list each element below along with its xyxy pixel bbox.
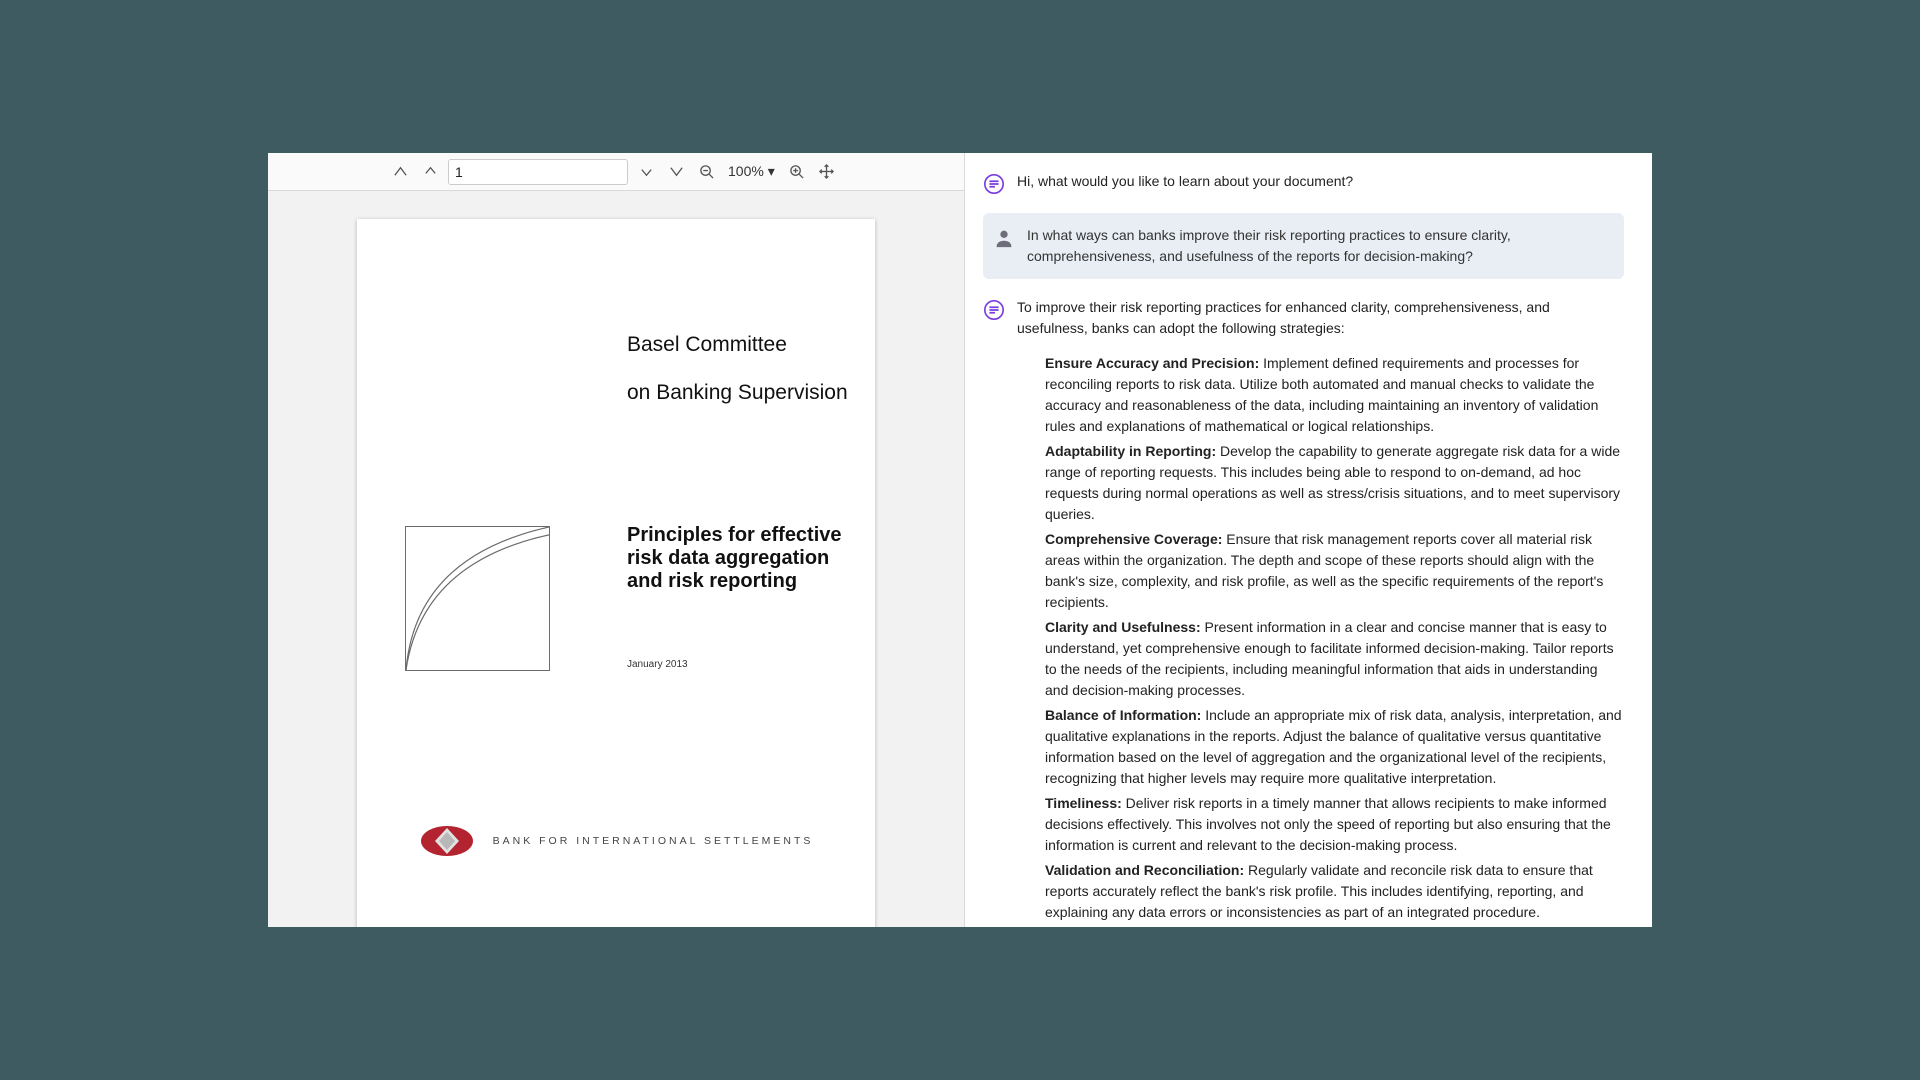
chat-pane[interactable]: Hi, what would you like to learn about y… [965, 153, 1652, 927]
pdf-page: Basel Committee on Banking Supervision P… [357, 219, 875, 927]
answer-item-head: Comprehensive Coverage: [1045, 531, 1222, 547]
page-number-input[interactable] [448, 159, 628, 185]
user-message: In what ways can banks improve their ris… [983, 213, 1624, 279]
answer-item-head: Timeliness: [1045, 795, 1122, 811]
document-date: January 2013 [627, 659, 688, 670]
assistant-greeting-text: Hi, what would you like to learn about y… [1017, 171, 1624, 195]
assistant-answer-body: To improve their risk reporting practice… [1017, 297, 1624, 927]
prev-page-button[interactable] [418, 160, 442, 184]
document-org: Basel Committee on Banking Supervision [627, 309, 848, 406]
pdf-pane: 100% ▾ Basel Committee on Banking Superv… [268, 153, 965, 927]
assistant-avatar-icon [983, 173, 1005, 195]
answer-item: Adaptability in Reporting: Develop the c… [1045, 441, 1624, 525]
assistant-greeting-message: Hi, what would you like to learn about y… [983, 171, 1624, 195]
answer-item-head: Ensure Accuracy and Precision: [1045, 355, 1259, 371]
answer-item: Validation and Reconciliation: Regularly… [1045, 860, 1624, 923]
document-org-line1: Basel Committee [627, 333, 787, 356]
pan-button[interactable] [815, 160, 839, 184]
bis-logo-icon [419, 824, 475, 858]
pdf-toolbar: 100% ▾ [268, 153, 964, 191]
document-org-line2: on Banking Supervision [627, 381, 848, 404]
last-page-button[interactable] [664, 160, 688, 184]
zoom-out-button[interactable] [694, 160, 718, 184]
answer-item-head: Clarity and Usefulness: [1045, 619, 1201, 635]
document-footer-text: BANK FOR INTERNATIONAL SETTLEMENTS [493, 835, 814, 847]
answer-item: Balance of Information: Include an appro… [1045, 705, 1624, 789]
answer-item: Clarity and Usefulness: Present informat… [1045, 617, 1624, 701]
answer-item: Ensure Accuracy and Precision: Implement… [1045, 353, 1624, 437]
user-question-text: In what ways can banks improve their ris… [1027, 225, 1610, 267]
app-frame: 100% ▾ Basel Committee on Banking Superv… [268, 153, 1652, 927]
answer-item: Timeliness: Deliver risk reports in a ti… [1045, 793, 1624, 856]
document-title: Principles for effective risk data aggre… [627, 524, 857, 593]
answer-intro: To improve their risk reporting practice… [1017, 297, 1624, 339]
answer-item-head: Validation and Reconciliation: [1045, 862, 1244, 878]
answer-item-head: Adaptability in Reporting: [1045, 443, 1216, 459]
assistant-avatar-icon [983, 299, 1005, 321]
next-page-button[interactable] [634, 160, 658, 184]
assistant-answer-message: To improve their risk reporting practice… [983, 297, 1624, 927]
answer-item: Comprehensive Coverage: Ensure that risk… [1045, 529, 1624, 613]
answer-item-head: Balance of Information: [1045, 707, 1201, 723]
answer-item-body: Deliver risk reports in a timely manner … [1045, 795, 1611, 853]
document-decorative-square [405, 526, 550, 671]
first-page-button[interactable] [388, 160, 412, 184]
pdf-scroll-area[interactable]: Basel Committee on Banking Supervision P… [268, 191, 964, 927]
document-footer: BANK FOR INTERNATIONAL SETTLEMENTS [357, 824, 875, 858]
answer-list: Ensure Accuracy and Precision: Implement… [1045, 353, 1624, 923]
zoom-in-button[interactable] [785, 160, 809, 184]
user-avatar-icon [993, 227, 1015, 249]
zoom-level-label[interactable]: 100% ▾ [724, 163, 779, 180]
